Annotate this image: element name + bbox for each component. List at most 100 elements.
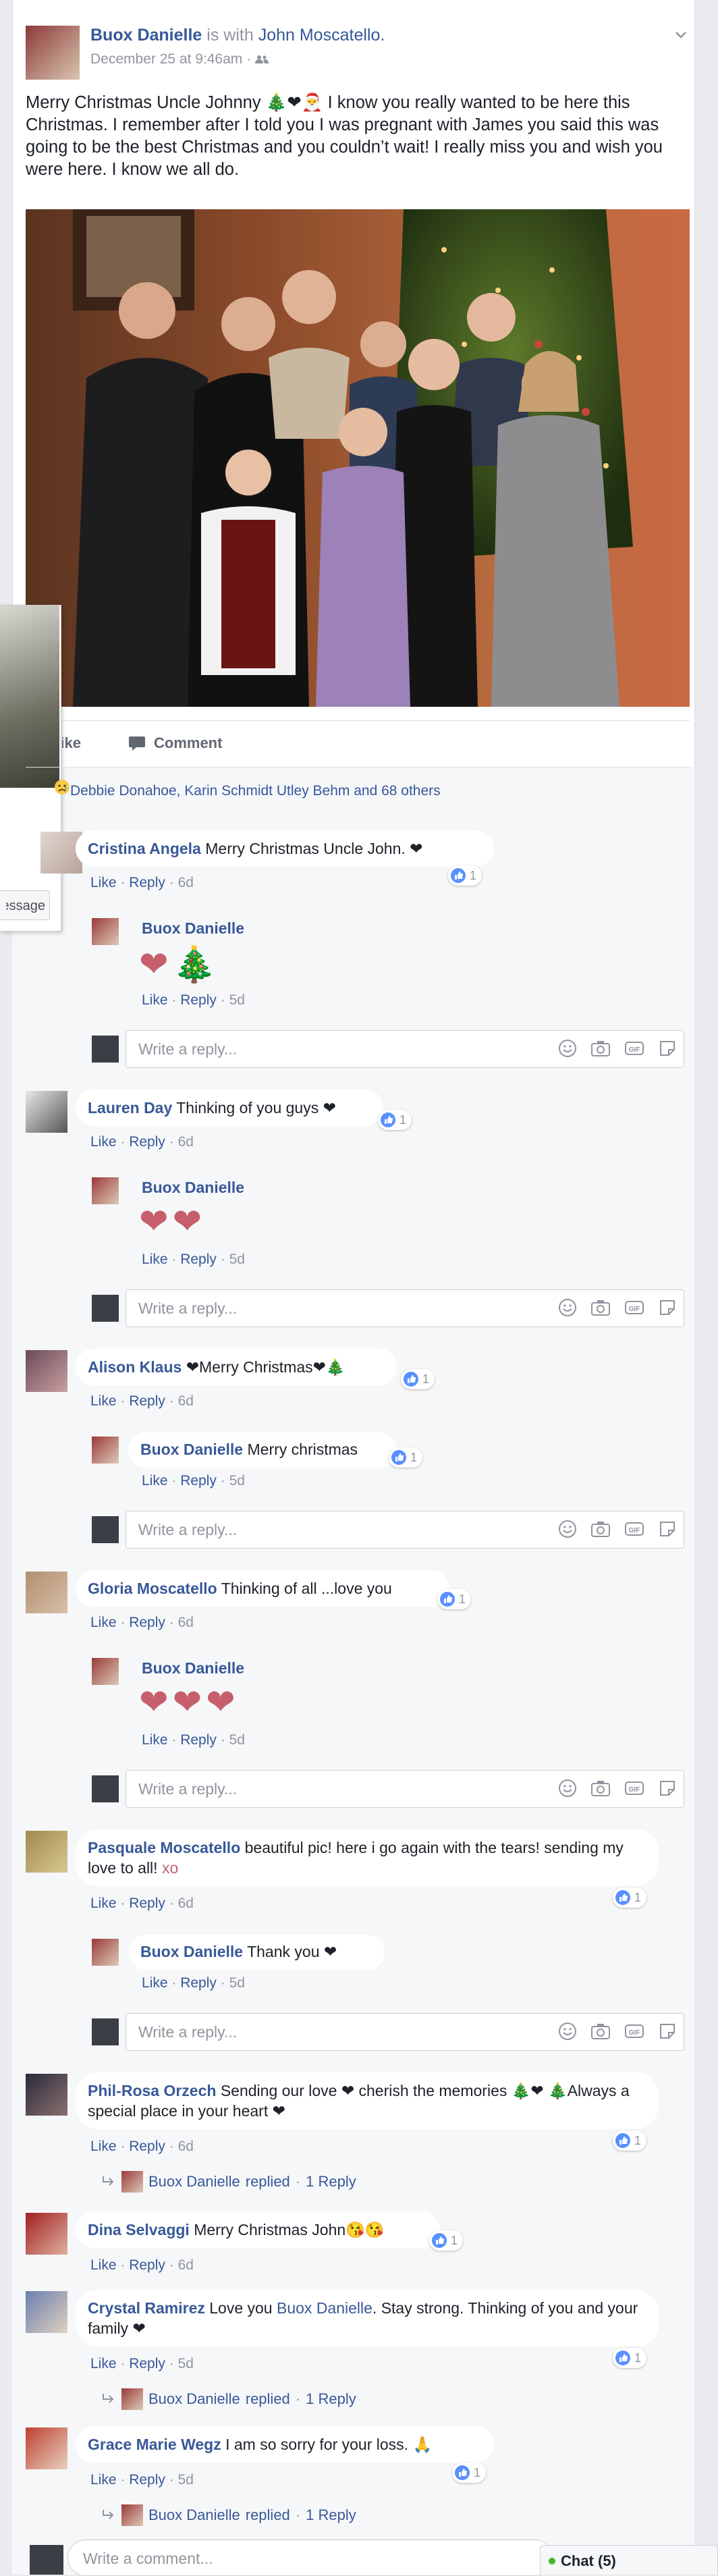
comment-reply-link[interactable]: Reply (129, 2356, 165, 2371)
comment-age[interactable]: 6d (178, 1896, 194, 1911)
comment-like-link[interactable]: Like (90, 1134, 117, 1150)
comment-age[interactable]: 5d (178, 2472, 194, 2488)
comment-age[interactable]: 6d (178, 875, 194, 890)
reply-avatar[interactable] (92, 1658, 119, 1685)
reply-age[interactable]: 5d (229, 1732, 245, 1748)
message-button[interactable]: Message (0, 890, 50, 920)
comment-like-count[interactable]: 1 (429, 2230, 464, 2251)
comment-age[interactable]: 6d (178, 2139, 194, 2154)
comment-like-count[interactable]: 1 (401, 1369, 435, 1389)
comment-like-count[interactable]: 1 (448, 865, 482, 886)
reply-reply-link[interactable]: Reply (180, 1473, 217, 1488)
commenter-name[interactable]: Alison Klaus (88, 1358, 182, 1376)
gif-icon[interactable]: GIF (624, 1298, 644, 1317)
reply-name[interactable]: Buox Danielle (140, 1943, 243, 1960)
emoji-icon[interactable] (558, 2022, 577, 2041)
reply-like-link[interactable]: Like (142, 1975, 168, 1991)
reply-reply-link[interactable]: Reply (180, 1732, 217, 1748)
gif-icon[interactable]: GIF (624, 1520, 644, 1538)
reply-reply-link[interactable]: Reply (180, 992, 217, 1008)
commenter-avatar[interactable] (26, 1572, 67, 1613)
reply-like-link[interactable]: Like (142, 1252, 168, 1267)
commenter-name[interactable]: Cristina Angela (88, 840, 201, 857)
comment-like-count[interactable]: 1 (378, 1110, 412, 1130)
reply-input[interactable]: Write a reply... GIF (126, 1289, 684, 1327)
sticker-icon[interactable] (658, 1039, 677, 1058)
tagged-person[interactable]: John Moscatello. (258, 26, 385, 45)
comment-reply-link[interactable]: Reply (129, 2472, 165, 2488)
comment-like-count[interactable]: 1 (613, 2130, 647, 2151)
reply-avatar[interactable] (92, 1437, 119, 1464)
reply-age[interactable]: 5d (229, 1975, 245, 1991)
comment-age[interactable]: 6d (178, 2257, 194, 2273)
commenter-avatar[interactable] (26, 1350, 67, 1392)
comment-like-link[interactable]: Like (90, 2257, 117, 2273)
sticker-icon[interactable] (658, 1298, 677, 1317)
sticker-icon[interactable] (658, 2022, 677, 2041)
comment-action[interactable]: Comment (128, 734, 222, 752)
sticker-icon[interactable] (658, 1520, 677, 1538)
reply-input[interactable]: Write a reply... GIF (126, 1030, 684, 1068)
gif-icon[interactable]: GIF (624, 1039, 644, 1058)
comment-age[interactable]: 6d (178, 1615, 194, 1630)
commenter-avatar[interactable] (26, 2291, 67, 2333)
reply-name[interactable]: Buox Danielle (142, 1179, 244, 1197)
reply-age[interactable]: 5d (229, 1252, 245, 1267)
comment-reply-link[interactable]: Reply (129, 2139, 165, 2154)
author-name[interactable]: Buox Danielle (90, 26, 202, 45)
reply-name[interactable]: Buox Danielle (142, 919, 244, 938)
commenter-name[interactable]: Gloria Moscatello (88, 1580, 217, 1597)
commenter-avatar[interactable] (26, 2074, 67, 2116)
sticker-icon[interactable] (658, 1779, 677, 1798)
reply-reply-link[interactable]: Reply (180, 1975, 217, 1991)
post-photo[interactable] (26, 209, 690, 707)
reply-input[interactable]: Write a reply... GIF (126, 1511, 684, 1549)
commenter-name[interactable]: Lauren Day (88, 1099, 172, 1117)
reply-like-count[interactable]: 1 (389, 1447, 423, 1468)
gif-icon[interactable]: GIF (624, 2022, 644, 2041)
comment-like-link[interactable]: Like (90, 2139, 117, 2154)
comment-reply-link[interactable]: Reply (129, 1615, 165, 1630)
comment-like-link[interactable]: Like (90, 1393, 117, 1409)
comment-like-count[interactable]: 1 (452, 2463, 487, 2483)
commenter-name[interactable]: Phil-Rosa Orzech (88, 2082, 216, 2099)
comment-reply-link[interactable]: Reply (129, 1134, 165, 1150)
reply-age[interactable]: 5d (229, 992, 245, 1008)
reply-like-link[interactable]: Like (142, 1473, 168, 1488)
post-date[interactable]: December 25 at 9:46am (90, 51, 242, 67)
camera-icon[interactable] (590, 1039, 611, 1058)
emoji-icon[interactable] (558, 1779, 577, 1798)
like-action[interactable]: Like (62, 734, 81, 756)
reply-input[interactable]: Write a reply... GIF (126, 2013, 684, 2051)
replied-summary[interactable]: Buox Danielle replied · 1 Reply (101, 2171, 356, 2193)
commenter-avatar[interactable] (26, 1831, 67, 1873)
comment-age[interactable]: 6d (178, 1134, 194, 1150)
replied-summary[interactable]: Buox Danielle replied · 1 Reply (101, 2388, 356, 2410)
comment-like-count[interactable]: 1 (613, 1887, 647, 1908)
comment-like-link[interactable]: Like (90, 875, 117, 890)
reply-like-link[interactable]: Like (142, 992, 168, 1008)
author-avatar[interactable] (26, 26, 80, 80)
reply-name[interactable]: Buox Danielle (142, 1659, 244, 1678)
comment-input[interactable]: Write a comment... (67, 2540, 553, 2576)
comment-like-link[interactable]: Like (90, 1896, 117, 1911)
comment-age[interactable]: 5d (178, 2356, 194, 2371)
camera-icon[interactable] (590, 2022, 611, 2041)
chevron-down-icon[interactable] (673, 27, 688, 42)
comment-mention[interactable]: Buox Danielle (277, 2299, 372, 2317)
commenter-avatar[interactable] (26, 2427, 67, 2469)
commenter-name[interactable]: Dina Selvaggi (88, 2221, 190, 2238)
commenter-name[interactable]: Pasquale Moscatello (88, 1839, 240, 1856)
comment-like-count[interactable]: 1 (437, 1589, 472, 1609)
comment-reply-link[interactable]: Reply (129, 1896, 165, 1911)
emoji-icon[interactable] (558, 1298, 577, 1317)
reply-input[interactable]: Write a reply... GIF (126, 1770, 684, 1808)
replied-summary[interactable]: Buox Danielle replied · 1 Reply (101, 2504, 356, 2526)
emoji-icon[interactable] (558, 1039, 577, 1058)
comment-age[interactable]: 6d (178, 1393, 194, 1409)
camera-icon[interactable] (590, 1779, 611, 1798)
camera-icon[interactable] (590, 1520, 611, 1538)
commenter-avatar[interactable] (26, 2213, 67, 2255)
commenter-avatar[interactable] (26, 1091, 67, 1133)
commenter-name[interactable]: Crystal Ramirez (88, 2299, 205, 2317)
